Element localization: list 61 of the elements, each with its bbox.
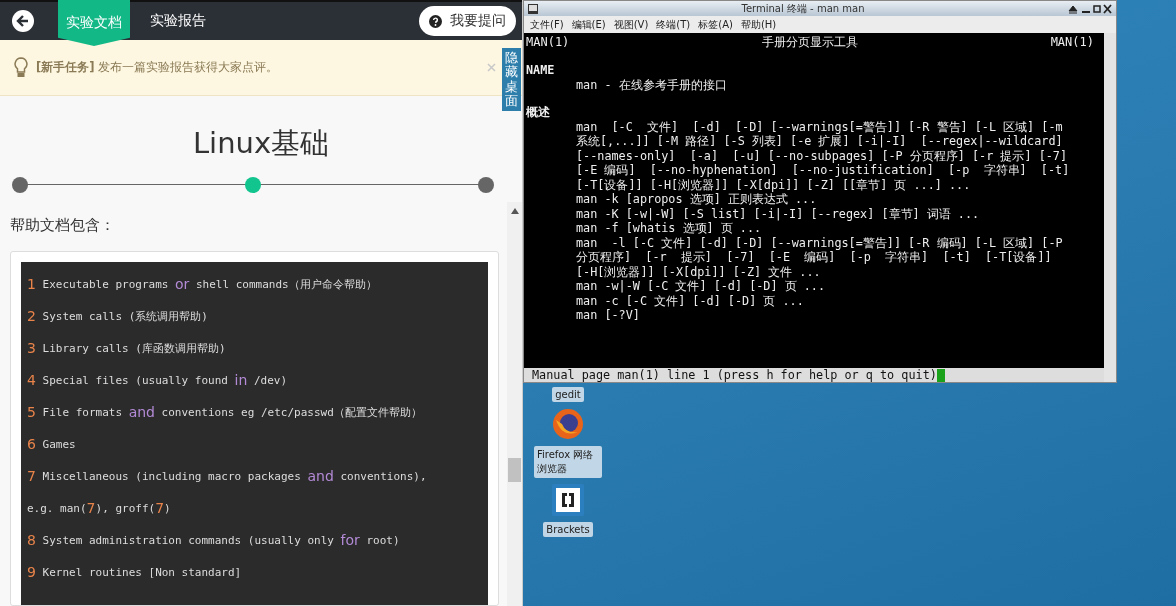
terminal-line: [--names-only] [-a] [-u] [--no-subpages] [-P 分页程序] [-r 提示] [-7]	[575, 148, 1069, 163]
menu-item[interactable]: 帮助(H)	[740, 17, 777, 32]
menu-item[interactable]: 终端(T)	[656, 17, 691, 32]
terminal-line: 系统[,...]] [-M 路径] [-S 列表] [-e 扩展] [-i|-I] [--regex|--wildcard]	[575, 134, 1064, 149]
notice-text: [新手任务] 发布一篇实验报告获得大家点评。	[36, 60, 279, 75]
lightbulb-icon	[14, 56, 28, 79]
desktop-icon-label[interactable]: gedit	[552, 387, 584, 402]
terminal-line: man -f [whatis 选项] 页 ...	[575, 221, 763, 236]
window-title: Terminal 终端 - man man	[740, 1, 866, 16]
terminal-line: man -l [-C 文件] [-d] [-D] [--warnings[=警告]] [-R 编码] [-L 区域] [-P	[575, 235, 1064, 250]
terminal-line: man [-C 文件] [-d] [-D] [--warnings[=警告]] [-R 警告] [-L 区域] [-m	[575, 119, 1064, 134]
code-line: e.g. man(7), groff(7)	[27, 499, 172, 518]
terminal-icon	[528, 3, 538, 14]
terminal-line: man -c [-C 文件] [-d] [-D] 页 ...	[575, 293, 805, 308]
code-line: 9 Kernel routines [Non standard]	[27, 563, 243, 582]
desktop-icon-label[interactable]: Brackets	[543, 522, 593, 537]
back-button[interactable]	[12, 10, 34, 32]
firefox-icon[interactable]	[552, 408, 584, 440]
code-line: 1 Executable programs or shell commands（用户命令帮助）	[27, 275, 378, 294]
scrollbar[interactable]	[507, 202, 522, 606]
terminal-line: [-H[浏览器]] [-X[dpi]] [-Z] 文件 ...	[575, 264, 822, 279]
section-heading: 概述	[525, 105, 551, 120]
scroll-up-icon[interactable]	[510, 208, 519, 214]
code-line: 2 System calls (系统调用帮助)	[27, 307, 209, 326]
code-line: 3 Library calls (库函数调用帮助)	[27, 339, 227, 358]
code-line: 4 Special files (usually found in /dev)	[27, 371, 289, 390]
arrow-left-icon	[16, 14, 30, 28]
man-header-title: 手册分页显示工具	[762, 35, 858, 50]
terminal-line: man -K [-w|-W] [-S list] [-i|-I] [--regex] [章节] 词语 ...	[575, 206, 981, 221]
intro-text: 帮助文档包含：	[10, 216, 116, 235]
code-line: 5 File formats and conventions eg /etc/passwd（配置文件帮助）	[27, 403, 423, 422]
terminal-line: man -k [apropos 选项] 正则表达式 ...	[575, 192, 818, 207]
hide-desktop-tab[interactable]: 隐藏桌面	[502, 48, 521, 112]
brackets-icon[interactable]	[552, 484, 584, 516]
menu-item[interactable]: 视图(V)	[613, 17, 649, 32]
terminal-line: 分页程序] [-r 提示] [-7] [-E 编码] [-p 字符串] [-t] [-T[设备]]	[575, 250, 1053, 265]
ask-question-button[interactable]: 我要提问	[419, 6, 516, 36]
scroll-thumb[interactable]	[508, 458, 521, 482]
menu-item[interactable]: 文件(F)	[530, 17, 564, 32]
step-dot[interactable]	[245, 177, 261, 193]
page-title: Linux基础	[191, 125, 331, 162]
man-header-left: MAN(1)	[526, 35, 570, 50]
menu-item[interactable]: 编辑(E)	[571, 17, 606, 32]
terminal-scrollbar[interactable]	[1104, 33, 1116, 382]
help-icon	[429, 14, 442, 28]
terminal-line: [-T[设备]] [-H[浏览器]] [-X[dpi]] [-Z] [[章节] 页 ...] ...	[575, 177, 972, 192]
section-heading: NAME	[525, 63, 556, 78]
terminal-line: man - 在线参考手册的接口	[575, 77, 728, 92]
desktop-icon-label[interactable]: Firefox 网络浏览器	[534, 446, 602, 478]
tab[interactable]: 实验报告	[142, 2, 214, 40]
step-dot[interactable]	[12, 177, 28, 193]
terminal-line: man -w|-W [-C 文件] [-d] [-D] 页 ...	[575, 279, 827, 294]
window-controls-icon[interactable]	[1068, 3, 1112, 14]
menu-item[interactable]: 标签(A)	[698, 17, 733, 32]
code-line: 7 Miscellaneous (including macro packages and conventions),	[27, 467, 428, 486]
step-dot[interactable]	[478, 177, 494, 193]
terminal-line: man [-?V]	[575, 308, 641, 323]
code-line: 6 Games	[27, 435, 77, 454]
man-header-right: MAN(1)	[1050, 35, 1094, 50]
code-line: 8 System administration commands (usually only for root)	[27, 531, 401, 550]
terminal-line: [-E 编码] [--no-hyphenation] [--no-justification] [-p 字符串] [-t]	[575, 163, 1071, 178]
